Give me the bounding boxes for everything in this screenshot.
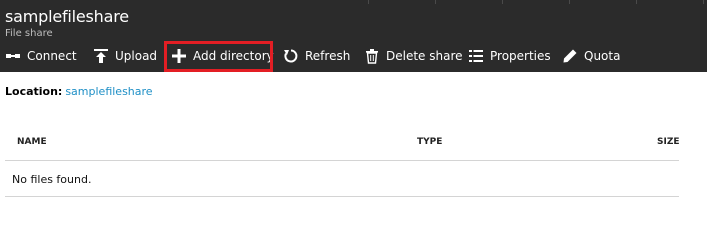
upload-button[interactable]: Upload xyxy=(93,42,157,70)
blade-subtitle: File share xyxy=(5,28,53,39)
location-line: Location: samplefileshare xyxy=(5,85,153,98)
command-bar: Connect Upload Add directory Refresh Del xyxy=(0,42,707,70)
empty-message: No files found. xyxy=(12,173,92,186)
column-header-type[interactable]: TYPE xyxy=(417,137,442,147)
refresh-button[interactable]: Refresh xyxy=(283,42,350,70)
table-header-divider xyxy=(5,160,679,161)
trash-icon xyxy=(364,48,380,64)
table-bottom-divider xyxy=(5,196,679,197)
refresh-icon xyxy=(283,48,299,64)
connect-label: Connect xyxy=(27,49,77,63)
pencil-icon xyxy=(562,48,578,64)
delete-share-button[interactable]: Delete share xyxy=(364,42,463,70)
connect-icon xyxy=(5,48,21,64)
quota-label: Quota xyxy=(584,49,621,63)
add-directory-button[interactable]: Add directory xyxy=(171,42,274,70)
plus-icon xyxy=(171,48,187,64)
add-directory-label: Add directory xyxy=(193,49,274,63)
header-divider xyxy=(368,0,707,4)
table-header-row: NAME TYPE SIZE xyxy=(5,130,680,160)
properties-label: Properties xyxy=(490,49,551,63)
column-header-name[interactable]: NAME xyxy=(17,137,47,147)
location-label: Location: xyxy=(5,85,63,98)
properties-button[interactable]: Properties xyxy=(468,42,551,70)
location-link[interactable]: samplefileshare xyxy=(65,85,152,98)
quota-button[interactable]: Quota xyxy=(562,42,620,70)
connect-button[interactable]: Connect xyxy=(5,42,77,70)
delete-share-label: Delete share xyxy=(386,49,463,63)
upload-icon xyxy=(93,48,109,64)
refresh-label: Refresh xyxy=(305,49,351,63)
blade-title: samplefileshare xyxy=(5,7,129,26)
list-icon xyxy=(468,48,484,64)
column-header-size[interactable]: SIZE xyxy=(657,137,680,147)
upload-label: Upload xyxy=(115,49,158,63)
blade-header: samplefileshare File share Connect Uploa… xyxy=(0,0,707,72)
